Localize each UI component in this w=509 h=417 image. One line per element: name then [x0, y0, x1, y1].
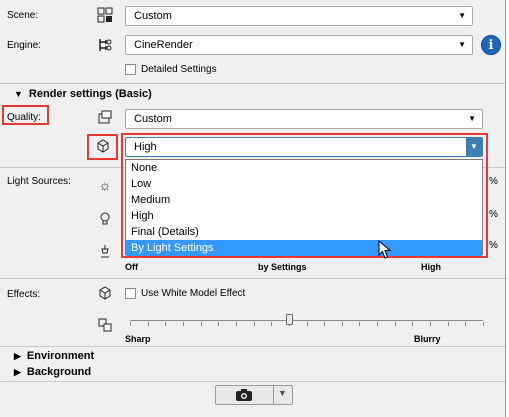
divider — [0, 346, 505, 347]
slider-tick — [236, 322, 237, 326]
engine-label: Engine: — [7, 40, 41, 51]
white-model-label: Use White Model Effect — [141, 288, 246, 299]
engine-select-value: CineRender — [134, 39, 193, 51]
blur-slider-thumb[interactable] — [286, 314, 293, 325]
slider-tick — [165, 322, 166, 326]
percent-label: % — [489, 240, 498, 251]
collapsed-triangle-icon: ▶ — [14, 367, 21, 377]
slider-tick — [148, 322, 149, 326]
dropdown-option[interactable]: High — [126, 208, 482, 224]
effects-icon — [96, 285, 114, 303]
chevron-down-icon: ▼ — [458, 11, 466, 20]
engine-tree-icon — [96, 37, 114, 55]
divider — [0, 83, 505, 84]
scale-mid-label: by Settings — [258, 262, 307, 272]
camera-icon — [235, 388, 253, 405]
dropdown-option[interactable]: Final (Details) — [126, 224, 482, 240]
dropdown-option[interactable]: Medium — [126, 192, 482, 208]
blurry-label: Blurry — [414, 334, 441, 344]
slider-tick — [342, 322, 343, 326]
quality-label-highlight — [2, 105, 49, 125]
percent-label: % — [489, 176, 498, 187]
effects-label: Effects: — [7, 289, 41, 300]
sun-icon: ☼ — [98, 177, 112, 193]
detailed-settings-checkbox[interactable] — [125, 64, 136, 75]
scene-label: Scene: — [7, 10, 39, 21]
render-settings-panel: Scene: Custom ▼ Engine: CineRender ▼ i D… — [0, 0, 506, 417]
collapsed-triangle-icon: ▶ — [14, 351, 21, 361]
slider-tick — [271, 322, 272, 326]
quality-icon — [96, 109, 114, 127]
button-divider — [273, 386, 274, 404]
sharp-label: Sharp — [125, 334, 151, 344]
chevron-down-icon: ▼ — [458, 40, 466, 49]
scale-high-label: High — [421, 262, 441, 272]
dropdown-option[interactable]: By Light Settings — [126, 240, 482, 256]
model-cube-icon — [94, 138, 112, 156]
info-icon[interactable]: i — [481, 35, 501, 55]
slider-tick — [183, 322, 184, 326]
render-settings-title: Render settings (Basic) — [28, 88, 152, 100]
scale-off-label: Off — [125, 262, 138, 272]
expanded-triangle-icon: ▼ — [14, 89, 23, 99]
lamp-icon — [96, 243, 114, 261]
white-model-checkbox[interactable] — [125, 288, 136, 299]
dropdown-option[interactable]: Low — [126, 176, 482, 192]
blur-icon — [96, 317, 114, 335]
detailed-settings-label: Detailed Settings — [141, 64, 217, 75]
slider-tick — [412, 322, 413, 326]
mouse-cursor-icon — [378, 239, 392, 263]
render-button[interactable]: ▼ — [215, 385, 293, 405]
slider-tick — [448, 322, 449, 326]
slider-tick — [201, 322, 202, 326]
environment-header[interactable]: ▶ Environment — [14, 350, 94, 362]
blur-slider-track[interactable] — [130, 320, 483, 321]
divider — [0, 278, 505, 279]
background-header[interactable]: ▶ Background — [14, 366, 91, 378]
chevron-down-icon: ▼ — [468, 114, 476, 123]
quality-preset-value: Custom — [134, 113, 172, 125]
render-settings-header[interactable]: ▼ Render settings (Basic) — [14, 88, 152, 100]
slider-tick — [377, 322, 378, 326]
slider-tick — [359, 322, 360, 326]
bulb-icon — [96, 211, 114, 229]
slider-tick — [254, 322, 255, 326]
background-title: Background — [26, 366, 92, 378]
chevron-down-icon[interactable]: ▼ — [278, 388, 287, 398]
slider-tick — [218, 322, 219, 326]
slider-tick — [324, 322, 325, 326]
slider-tick — [395, 322, 396, 326]
dropdown-option[interactable]: None — [126, 160, 482, 176]
engine-select[interactable]: CineRender ▼ — [125, 35, 473, 55]
divider — [0, 381, 505, 382]
scene-select[interactable]: Custom ▼ — [125, 6, 473, 26]
slider-tick — [430, 322, 431, 326]
slider-tick — [465, 322, 466, 326]
light-sources-label: Light Sources: — [7, 176, 71, 187]
percent-label: % — [489, 209, 498, 220]
slider-tick — [483, 322, 484, 326]
environment-title: Environment — [26, 350, 95, 362]
quality-dropdown-list[interactable]: None Low Medium High Final (Details) By Light… — [125, 159, 483, 256]
scene-grid-icon — [96, 7, 114, 25]
quality-preset-select[interactable]: Custom ▼ — [125, 109, 483, 129]
slider-tick — [307, 322, 308, 326]
scene-select-value: Custom — [134, 10, 172, 22]
slider-tick — [130, 322, 131, 326]
